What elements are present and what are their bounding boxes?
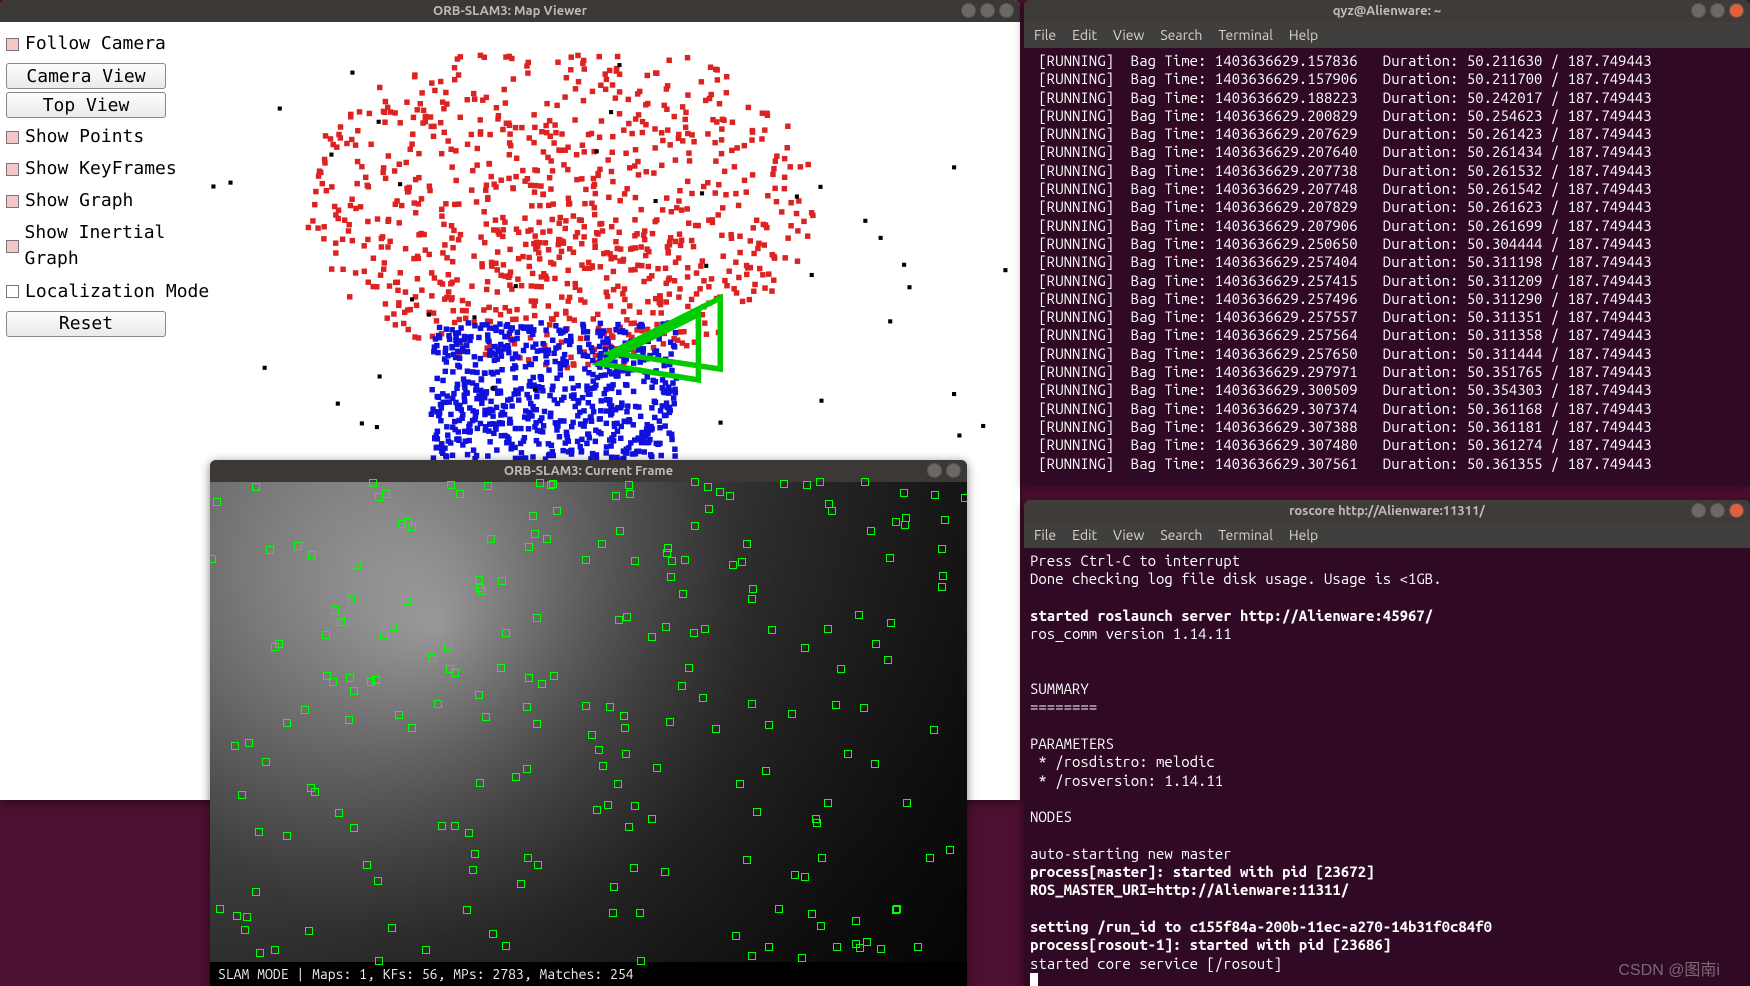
- menu-view[interactable]: View: [1113, 527, 1144, 543]
- menu-terminal[interactable]: Terminal: [1218, 27, 1273, 43]
- menu-view[interactable]: View: [1113, 27, 1144, 43]
- roscore-terminal-output[interactable]: Press Ctrl-C to interrupt Done checking …: [1024, 548, 1750, 986]
- rosbag-terminal-title: qyz@Alienware: ~: [1333, 4, 1442, 18]
- roscore-terminal-title: roscore http://Alienware:11311/: [1289, 504, 1485, 518]
- maximize-icon[interactable]: [980, 3, 995, 18]
- current-frame-titlebar[interactable]: ORB-SLAM3: Current Frame: [210, 460, 967, 482]
- menu-edit[interactable]: Edit: [1072, 27, 1097, 43]
- rosbag-terminal-menubar: File Edit View Search Terminal Help: [1024, 22, 1750, 48]
- menu-file[interactable]: File: [1034, 527, 1056, 543]
- current-frame-status: SLAM MODE | Maps: 1, KFs: 56, MPs: 2783,…: [210, 962, 967, 986]
- follow-camera-checkbox[interactable]: Follow Camera: [6, 28, 221, 60]
- camera-view-button[interactable]: Camera View: [6, 63, 166, 89]
- current-frame-window: ORB-SLAM3: Current Frame SLAM MODE | Map…: [210, 460, 967, 986]
- show-graph-checkbox[interactable]: Show Graph: [6, 185, 221, 217]
- rosbag-terminal-titlebar[interactable]: qyz@Alienware: ~: [1024, 0, 1750, 22]
- map-viewer-title: ORB-SLAM3: Map Viewer: [433, 4, 587, 18]
- map-viewer-titlebar[interactable]: ORB-SLAM3: Map Viewer: [0, 0, 1020, 22]
- map-viewer-controls: Follow Camera Camera View Top View Show …: [6, 28, 221, 340]
- current-frame-image: [210, 482, 967, 962]
- close-icon[interactable]: [1729, 503, 1744, 518]
- minimize-icon[interactable]: [1691, 3, 1706, 18]
- close-icon[interactable]: [1729, 3, 1744, 18]
- show-keyframes-checkbox[interactable]: Show KeyFrames: [6, 153, 221, 185]
- rosbag-terminal-output[interactable]: [RUNNING] Bag Time: 1403636629.157836 Du…: [1024, 48, 1750, 485]
- close-icon[interactable]: [946, 463, 961, 478]
- minimize-icon[interactable]: [1691, 503, 1706, 518]
- rosbag-terminal-window: qyz@Alienware: ~ File Edit View Search Termi…: [1024, 0, 1750, 485]
- roscore-terminal-titlebar[interactable]: roscore http://Alienware:11311/: [1024, 500, 1750, 522]
- show-points-checkbox[interactable]: Show Points: [6, 121, 221, 153]
- point-cloud-view[interactable]: [190, 52, 1010, 462]
- menu-edit[interactable]: Edit: [1072, 527, 1097, 543]
- roscore-terminal-window: roscore http://Alienware:11311/ File Edit…: [1024, 500, 1750, 986]
- menu-terminal[interactable]: Terminal: [1218, 527, 1273, 543]
- menu-search[interactable]: Search: [1160, 527, 1202, 543]
- maximize-icon[interactable]: [1710, 3, 1725, 18]
- menu-file[interactable]: File: [1034, 27, 1056, 43]
- maximize-icon[interactable]: [1710, 503, 1725, 518]
- current-frame-title: ORB-SLAM3: Current Frame: [504, 464, 673, 478]
- close-icon[interactable]: [999, 3, 1014, 18]
- minimize-icon[interactable]: [961, 3, 976, 18]
- localization-mode-checkbox[interactable]: Localization Mode: [6, 276, 221, 308]
- watermark: CSDN @图南i: [1618, 956, 1720, 980]
- minimize-icon[interactable]: [927, 463, 942, 478]
- show-inertial-graph-checkbox[interactable]: Show Inertial Graph: [6, 217, 221, 275]
- menu-help[interactable]: Help: [1289, 27, 1318, 43]
- menu-help[interactable]: Help: [1289, 527, 1318, 543]
- reset-button[interactable]: Reset: [6, 311, 166, 337]
- roscore-terminal-menubar: File Edit View Search Terminal Help: [1024, 522, 1750, 548]
- menu-search[interactable]: Search: [1160, 27, 1202, 43]
- top-view-button[interactable]: Top View: [6, 92, 166, 118]
